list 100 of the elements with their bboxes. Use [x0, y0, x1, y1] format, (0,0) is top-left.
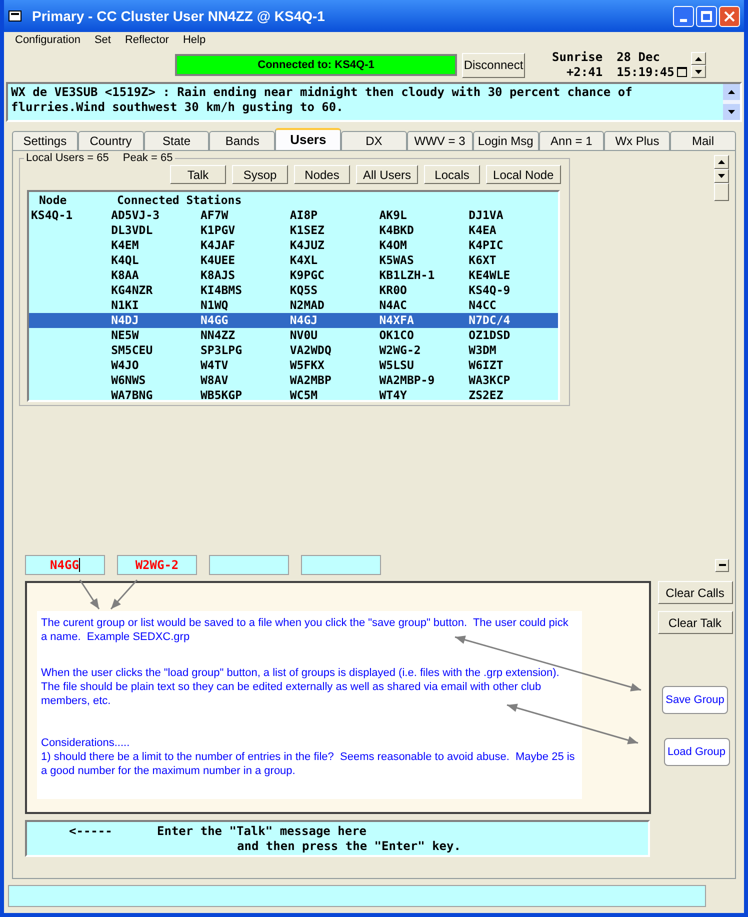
station-cell: KS4Q-9 [468, 283, 510, 297]
restore-icon[interactable] [677, 67, 688, 77]
filter-button[interactable]: Talk [170, 165, 226, 184]
station-cell: K5WAS [379, 253, 414, 267]
station-cell: NN4ZZ [200, 328, 236, 342]
group-button[interactable]: Load Group [664, 738, 730, 766]
close-button[interactable] [719, 6, 740, 26]
sun-offset: +2:41 [565, 65, 603, 80]
tab[interactable]: Mail [670, 131, 736, 150]
list-row[interactable]: N4DJ N4GG N4GJ N4XFA N7DC/4 [29, 313, 558, 328]
list-row[interactable]: DL3VDL K1PGV K1SEZ K4BKD K4EA [29, 223, 558, 238]
side-button[interactable]: Clear Calls [658, 581, 732, 604]
menu-item[interactable]: Help [182, 32, 206, 48]
menu-item[interactable]: Configuration [15, 32, 80, 48]
talk-arrow: <----- [68, 824, 114, 840]
list-row[interactable]: N1KI N1WQ N2MAD N4AC N4CC [29, 298, 558, 313]
tab[interactable]: Ann = 1 [538, 131, 604, 150]
station-cell: NE5W [111, 328, 139, 342]
minimize-icon[interactable] [715, 558, 729, 572]
filter-button[interactable]: All Users [356, 165, 418, 184]
spin-down-button[interactable] [691, 65, 706, 78]
station-cell: ZS2EZ [468, 388, 504, 402]
station-cell: W3DM [468, 343, 496, 357]
filter-button[interactable]: Locals [424, 165, 480, 184]
station-cell: KE4WLE [468, 268, 510, 282]
list-row[interactable]: K8AA K8AJS K9PGC KB1LZH-1 KE4WLE [29, 268, 558, 283]
call-field[interactable] [209, 555, 289, 575]
filter-button[interactable]: Nodes [294, 165, 350, 184]
group-button[interactable]: Save Group [662, 686, 728, 714]
talk-input[interactable]: <----- Enter the "Talk" message here and then press the "Enter" key. [25, 820, 650, 857]
tab[interactable]: Settings [12, 131, 78, 150]
column-header: Connected Stations [117, 193, 242, 208]
arrow [110, 580, 138, 610]
station-cell: K4EA [468, 223, 496, 237]
station-cell: K4EM [111, 238, 139, 252]
date-text: 28 Dec [616, 50, 661, 65]
call-value: N4GG [50, 557, 79, 574]
list-row[interactable]: SM5CEU SP3LPG VA2WDQ W2WG-2 W3DM [29, 343, 558, 358]
window-title: Primary - CC Cluster User NN4ZZ @ KS4Q-1 [32, 6, 325, 26]
scroll-thumb[interactable] [714, 183, 729, 201]
station-cell: K6XT [468, 253, 496, 267]
station-cell: AD5VJ-3 [111, 208, 160, 222]
tab[interactable]: Wx Plus [604, 131, 670, 150]
minimize-icon [680, 18, 687, 22]
menu-item[interactable]: Reflector [124, 32, 169, 48]
station-cell: K4UEE [200, 253, 236, 267]
station-cell: NV0U [290, 328, 318, 342]
station-cell: AK9L [379, 208, 407, 222]
station-cell: KI4BMS [200, 283, 242, 297]
filter-button[interactable]: Local Node [486, 165, 561, 184]
tab[interactable]: WWV = 3 [406, 131, 473, 150]
menu-item[interactable]: Set [94, 32, 111, 48]
spin-up-button[interactable] [691, 52, 706, 65]
scroll-down-button[interactable] [714, 169, 729, 183]
call-field[interactable] [301, 555, 381, 575]
list-row[interactable]: K4QL K4UEE K4XL K5WAS K6XT [29, 253, 558, 268]
filter-button[interactable]: Sysop [232, 165, 288, 184]
station-cell: W4JO [111, 358, 139, 372]
scroll-up-button[interactable] [714, 155, 729, 169]
list-row[interactable]: W4JO W4TV W5FKX W5LSU W6IZT [29, 358, 558, 373]
call-field[interactable]: W2WG-2 [117, 555, 197, 575]
list-row[interactable]: W6NWS W8AV WA2MBP WA2MBP-9 WA3KCP [29, 373, 558, 388]
list-row[interactable]: K4EM K4JAF K4JUZ K4OM K4PIC [29, 238, 558, 253]
tab[interactable]: State [144, 131, 210, 150]
node-cell: KS4Q-1 [31, 208, 73, 222]
wx-message: WX de VE3SUB <1519Z> : Rain ending near midnight then cloudy with 30 percent chance of flurries.Wind southwest 30 km/h gusting to 60. [10, 84, 634, 116]
side-button[interactable]: Clear Talk [658, 611, 732, 634]
station-cell: K8AA [111, 268, 139, 282]
station-cell: N4GG [200, 313, 228, 327]
station-cell: KB1LZH-1 [379, 268, 435, 282]
disconnect-button[interactable]: Disconnect [462, 52, 525, 78]
list-row[interactable]: KS4Q-1 AD5VJ-3 AF7W AI8P AK9L DJ1VA [29, 208, 558, 223]
list-row[interactable]: NE5W NN4ZZ NV0U OK1CO OZ1DSD [29, 328, 558, 343]
note-paragraph: 1) should there be a limit to the number of entries in the file? Seems reasonable to avoid abuse. Maybe 25 is a good number for the maximum number in a group. [41, 750, 576, 778]
maximize-button[interactable] [696, 6, 717, 26]
station-cell: WT4Y [379, 388, 407, 402]
sun-label: Sunrise [552, 50, 603, 65]
tab[interactable]: Login Msg [472, 131, 538, 150]
station-cell: WA2MBP-9 [379, 373, 435, 387]
station-cell: WB5KGP [200, 388, 242, 402]
note-paragraph: When the user clicks the "load group" button, a list of groups is displayed (i.e. files with the .grp extension). The file should be plain text so they can be edited externally as well as shared via email with other club members, etc. [41, 666, 560, 708]
caret-down-icon [728, 110, 735, 114]
station-cell: N1WQ [200, 298, 228, 312]
scroll-down-button[interactable] [723, 104, 740, 120]
column-header: Node [38, 193, 68, 208]
caret-up-icon [728, 90, 735, 94]
station-cell: N4DJ [111, 313, 139, 327]
station-cell: KG4NZR [111, 283, 153, 297]
tab[interactable]: Country [78, 131, 144, 150]
tab[interactable]: DX [341, 131, 407, 150]
minimize-button[interactable] [673, 6, 694, 26]
tab[interactable]: Bands [209, 131, 276, 150]
scroll-up-button[interactable] [723, 84, 740, 100]
list-row[interactable]: WA7BNG WB5KGP WC5M WT4Y ZS2EZ [29, 388, 558, 403]
call-field[interactable]: N4GG [25, 555, 105, 575]
list-row[interactable]: KG4NZR KI4BMS KQ5S KR0O KS4Q-9 [29, 283, 558, 298]
connection-status: Connected to: KS4Q-1 [175, 54, 457, 76]
talk-prompt: and then press the "Enter" key. [236, 839, 461, 854]
tab[interactable]: Users [275, 128, 342, 150]
station-cell: K4JUZ [290, 238, 324, 252]
